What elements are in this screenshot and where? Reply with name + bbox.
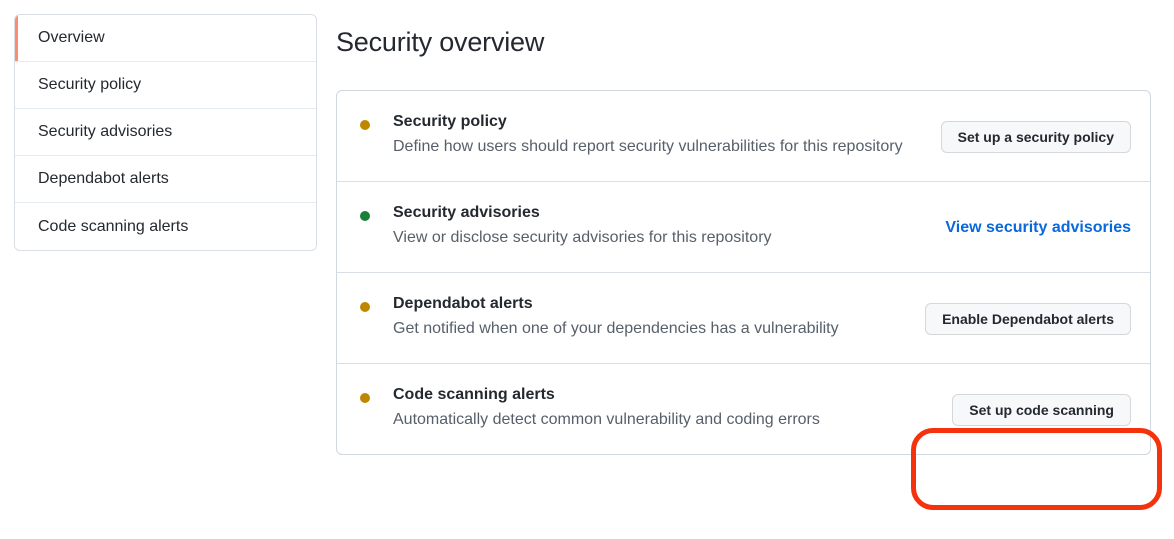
row-title: Dependabot alerts — [393, 295, 533, 312]
table-row: Dependabot alerts Get notified when one … — [337, 273, 1150, 364]
enable-dependabot-alerts-button[interactable]: Enable Dependabot alerts — [925, 303, 1131, 335]
sidebar-item-label: Overview — [38, 29, 105, 47]
sidebar-item-security-policy[interactable]: Security policy — [15, 62, 316, 109]
row-action: View security advisories — [945, 202, 1131, 252]
row-title: Security policy — [393, 113, 507, 130]
row-description: Get notified when one of your dependenci… — [393, 320, 839, 337]
set-up-security-policy-button[interactable]: Set up a security policy — [940, 121, 1131, 153]
row-action: Set up a security policy — [940, 111, 1131, 161]
sidebar-item-label: Dependabot alerts — [38, 170, 169, 188]
row-description: Automatically detect common vulnerabilit… — [393, 411, 820, 428]
status-dot-icon — [360, 211, 370, 221]
row-body: Code scanning alerts Automatically detec… — [393, 384, 952, 433]
status-dot-icon — [360, 120, 370, 130]
sidebar-item-dependabot-alerts[interactable]: Dependabot alerts — [15, 156, 316, 203]
view-security-advisories-link[interactable]: View security advisories — [945, 217, 1131, 239]
row-description: View or disclose security advisories for… — [393, 229, 772, 246]
row-title: Security advisories — [393, 204, 540, 221]
status-dot-icon — [360, 393, 370, 403]
sidebar-item-label: Code scanning alerts — [38, 217, 189, 235]
table-row: Security advisories View or disclose sec… — [337, 182, 1150, 273]
main-content: Security overview Security policy Define… — [336, 14, 1151, 455]
security-features-card: Security policy Define how users should … — [336, 90, 1151, 455]
page-title: Security overview — [336, 27, 545, 57]
sidebar-item-code-scanning-alerts[interactable]: Code scanning alerts — [15, 203, 316, 250]
row-title: Code scanning alerts — [393, 386, 555, 403]
row-description: Define how users should report security … — [393, 138, 903, 155]
table-row: Code scanning alerts Automatically detec… — [337, 364, 1150, 454]
row-action: Set up code scanning — [952, 384, 1131, 434]
sidebar-item-security-advisories[interactable]: Security advisories — [15, 109, 316, 156]
table-row: Security policy Define how users should … — [337, 91, 1150, 182]
set-up-code-scanning-button[interactable]: Set up code scanning — [952, 394, 1131, 426]
status-dot-icon — [360, 302, 370, 312]
settings-sidebar: Overview Security policy Security adviso… — [14, 14, 317, 251]
row-body: Security advisories View or disclose sec… — [393, 202, 945, 251]
row-body: Dependabot alerts Get notified when one … — [393, 293, 925, 342]
sidebar-item-overview[interactable]: Overview — [15, 15, 316, 62]
row-action: Enable Dependabot alerts — [925, 293, 1131, 343]
sidebar-item-label: Security advisories — [38, 123, 173, 141]
row-body: Security policy Define how users should … — [393, 111, 941, 160]
sidebar-item-label: Security policy — [38, 76, 142, 94]
